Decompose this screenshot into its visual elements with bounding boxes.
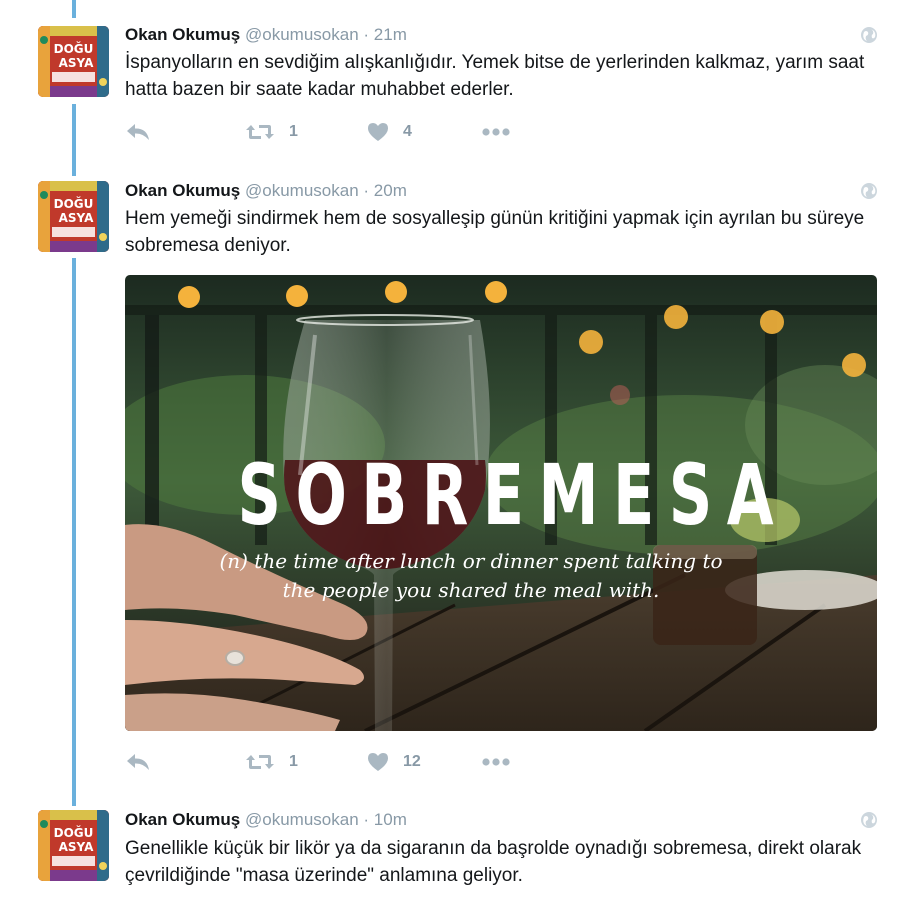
author-name[interactable]: Okan Okumuş <box>125 810 240 829</box>
tweet-header: Okan Okumuş @okumusokan · 10m <box>125 809 407 831</box>
author-handle[interactable]: @okumusokan <box>245 810 359 829</box>
tweet[interactable]: DOĞU ASYA Okan Okumuş @okumusokan · 10m … <box>0 0 900 905</box>
avatar[interactable]: DOĞU ASYA <box>38 810 109 881</box>
tweet-text: Genellikle küçük bir likör ya da sigaran… <box>125 838 862 886</box>
globe-icon <box>861 812 877 828</box>
avatar-text-bottom: ASYA <box>59 840 94 854</box>
separator: · <box>363 810 370 829</box>
timestamp[interactable]: 10m <box>374 810 407 829</box>
avatar-text-top: DOĞU <box>54 825 94 840</box>
